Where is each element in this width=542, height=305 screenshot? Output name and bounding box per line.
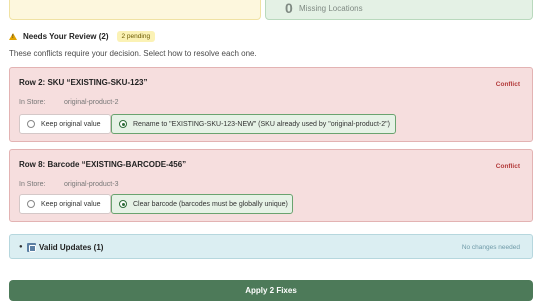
keep-option-label: Keep original value: [41, 200, 101, 208]
review-title: Needs Your Review (2): [23, 32, 109, 41]
summary-card-left: [9, 0, 261, 20]
conflict-title: Row 8: Barcode “EXISTING-BARCODE-456”: [19, 160, 187, 169]
radio-rename[interactable]: [119, 120, 127, 128]
pending-badge: 2 pending: [116, 31, 156, 42]
warning-icon: [9, 33, 17, 40]
conflict-title: Row 2: SKU “EXISTING-SKU-123”: [19, 78, 148, 87]
conflict-card-sku: Row 2: SKU “EXISTING-SKU-123” Conflict I…: [9, 67, 533, 142]
radio-keep[interactable]: [27, 120, 35, 128]
clear-barcode-option[interactable]: Clear barcode (barcodes must be globally…: [111, 194, 293, 214]
missing-locations-card: 0 Missing Locations: [265, 0, 533, 20]
conflict-tag: Conflict: [495, 163, 520, 170]
store-label: In Store:: [19, 181, 46, 188]
conflict-tag: Conflict: [495, 81, 520, 88]
keep-original-option[interactable]: Keep original value: [19, 114, 111, 134]
store-value: original-product-2: [64, 99, 119, 106]
store-value: original-product-3: [64, 181, 119, 188]
valid-updates-title: Valid Updates (1): [39, 243, 104, 252]
radio-clear[interactable]: [119, 200, 127, 208]
valid-updates-section[interactable]: ● Valid Updates (1) No changes needed: [9, 234, 533, 259]
box-icon: [27, 243, 36, 252]
rename-option-label: Rename to "EXISTING-SKU-123-NEW" (SKU al…: [133, 120, 390, 128]
missing-label: Missing Locations: [299, 4, 363, 13]
radio-keep[interactable]: [27, 200, 35, 208]
review-description: These conflicts require your decision. S…: [9, 49, 257, 58]
rename-sku-option[interactable]: Rename to "EXISTING-SKU-123-NEW" (SKU al…: [111, 114, 396, 134]
apply-fixes-button[interactable]: Apply 2 Fixes: [9, 280, 533, 301]
missing-count: 0: [285, 0, 293, 16]
conflict-card-barcode: Row 8: Barcode “EXISTING-BARCODE-456” Co…: [9, 149, 533, 222]
keep-option-label: Keep original value: [41, 120, 101, 128]
review-header: Needs Your Review (2) 2 pending: [9, 31, 156, 42]
store-label: In Store:: [19, 99, 46, 106]
expand-caret-icon[interactable]: ●: [19, 244, 23, 250]
keep-original-option[interactable]: Keep original value: [19, 194, 111, 214]
clear-option-label: Clear barcode (barcodes must be globally…: [133, 200, 288, 208]
valid-updates-note: No changes needed: [461, 244, 520, 251]
